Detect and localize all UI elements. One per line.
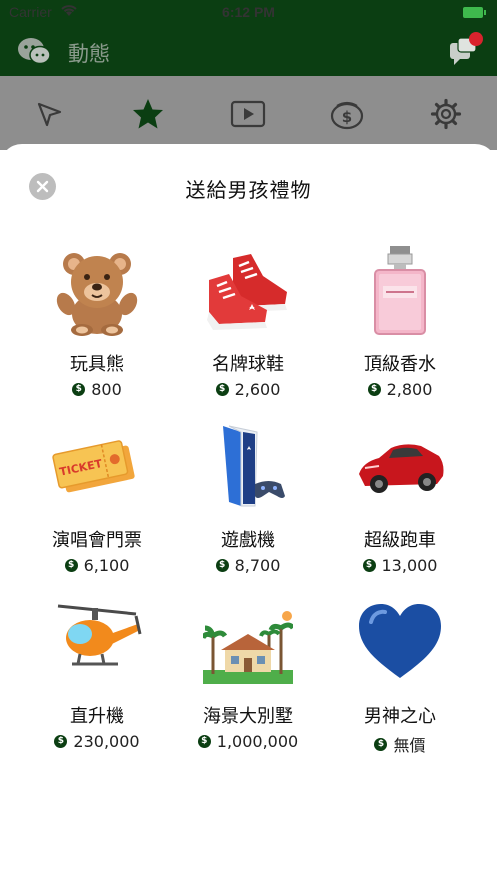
app-logo-icon <box>18 38 51 65</box>
gift-price: $ 2,800 <box>320 380 480 399</box>
price-value: 8,700 <box>234 556 281 575</box>
gift-item-game-console[interactable]: 遊戲機 $ 8,700 <box>168 422 328 592</box>
coin-icon: $ <box>367 383 381 396</box>
gift-name: 超級跑車 <box>364 530 436 551</box>
price-value: 2,800 <box>386 380 433 399</box>
wallet-icon: $ <box>330 101 364 130</box>
teddy-bear-icon <box>56 253 138 336</box>
svg-text:$: $ <box>342 108 352 126</box>
gift-price: $ 230,000 <box>17 732 177 751</box>
battery-icon <box>463 7 486 18</box>
page-title: 動態 <box>68 42 110 66</box>
coin-icon: $ <box>54 735 68 748</box>
game-console-icon <box>223 425 285 507</box>
play-icon <box>230 100 266 128</box>
gift-name: 演唱會門票 <box>52 530 142 551</box>
price-value: 無價 <box>393 736 426 755</box>
price-value: 13,000 <box>381 556 438 575</box>
blue-heart-icon <box>359 604 441 678</box>
coin-icon: $ <box>215 383 229 396</box>
notification-badge <box>469 32 483 46</box>
perfume-icon <box>374 246 426 335</box>
price-value: 800 <box>91 380 122 399</box>
star-icon <box>133 99 163 129</box>
cursor-icon <box>37 102 62 127</box>
coin-icon: $ <box>64 559 78 572</box>
gift-price: $ 1,000,000 <box>168 732 328 751</box>
gift-item-sneakers[interactable]: 名牌球鞋 $ 2,600 <box>168 246 328 416</box>
tab-wallet[interactable]: $ <box>327 94 367 134</box>
nav-bar: 動態 <box>0 26 497 76</box>
coin-icon: $ <box>362 559 376 572</box>
gift-name: 頂級香水 <box>364 354 436 375</box>
messages-icon[interactable] <box>445 30 485 70</box>
gift-price: $ 2,600 <box>168 380 328 399</box>
tab-favorites[interactable] <box>128 94 168 134</box>
gift-name: 玩具熊 <box>70 354 124 375</box>
helicopter-icon <box>57 604 142 666</box>
tab-settings[interactable] <box>426 94 466 134</box>
gift-item-helicopter[interactable]: 直升機 $ 230,000 <box>17 598 177 768</box>
coin-icon: $ <box>374 737 388 751</box>
gift-price: $ 6,100 <box>17 556 177 575</box>
villa-icon <box>203 611 293 684</box>
status-bar: Carrier 6:12 PM <box>0 0 497 26</box>
gift-price: $ 13,000 <box>320 556 480 575</box>
gift-price: $ 800 <box>17 380 177 399</box>
gift-item-teddy-bear[interactable]: 玩具熊 $ 800 <box>17 246 177 416</box>
gift-item-ticket[interactable]: TICKET 演唱會門票 $ 6,100 <box>17 422 177 592</box>
gift-sheet: 送給男孩禮物 玩具熊 $ 800 名牌球鞋 $ 2,600 頂級香水 $ 2,8… <box>0 144 497 883</box>
gift-name: 名牌球鞋 <box>212 354 284 375</box>
tab-explore[interactable] <box>29 94 69 134</box>
gift-item-sports-car[interactable]: 超級跑車 $ 13,000 <box>320 422 480 592</box>
gift-item-perfume[interactable]: 頂級香水 $ 2,800 <box>320 246 480 416</box>
sneakers-icon <box>207 254 287 330</box>
ticket-icon: TICKET <box>52 440 135 493</box>
status-time: 6:12 PM <box>222 4 275 20</box>
gift-price: $ 8,700 <box>168 556 328 575</box>
gift-name: 海景大別墅 <box>203 706 293 727</box>
gift-name: 男神之心 <box>364 706 436 727</box>
price-value: 2,600 <box>234 380 281 399</box>
price-value: 1,000,000 <box>216 732 299 751</box>
gift-name: 直升機 <box>70 706 124 727</box>
coin-icon: $ <box>215 559 229 572</box>
sports-car-icon <box>359 444 444 493</box>
price-value: 230,000 <box>73 732 140 751</box>
tab-bar: $ <box>0 76 497 150</box>
gift-item-villa[interactable]: 海景大別墅 $ 1,000,000 <box>168 598 328 768</box>
coin-icon: $ <box>197 735 211 748</box>
gift-name: 遊戲機 <box>221 530 275 551</box>
gift-price: $ 無價 <box>320 732 480 756</box>
tab-videos[interactable] <box>228 94 268 134</box>
coin-icon: $ <box>72 383 86 396</box>
sheet-title: 送給男孩禮物 <box>185 178 312 202</box>
price-value: 6,100 <box>83 556 130 575</box>
gift-item-blue-heart[interactable]: 男神之心 $ 無價 <box>320 598 480 768</box>
gear-icon <box>430 98 462 130</box>
